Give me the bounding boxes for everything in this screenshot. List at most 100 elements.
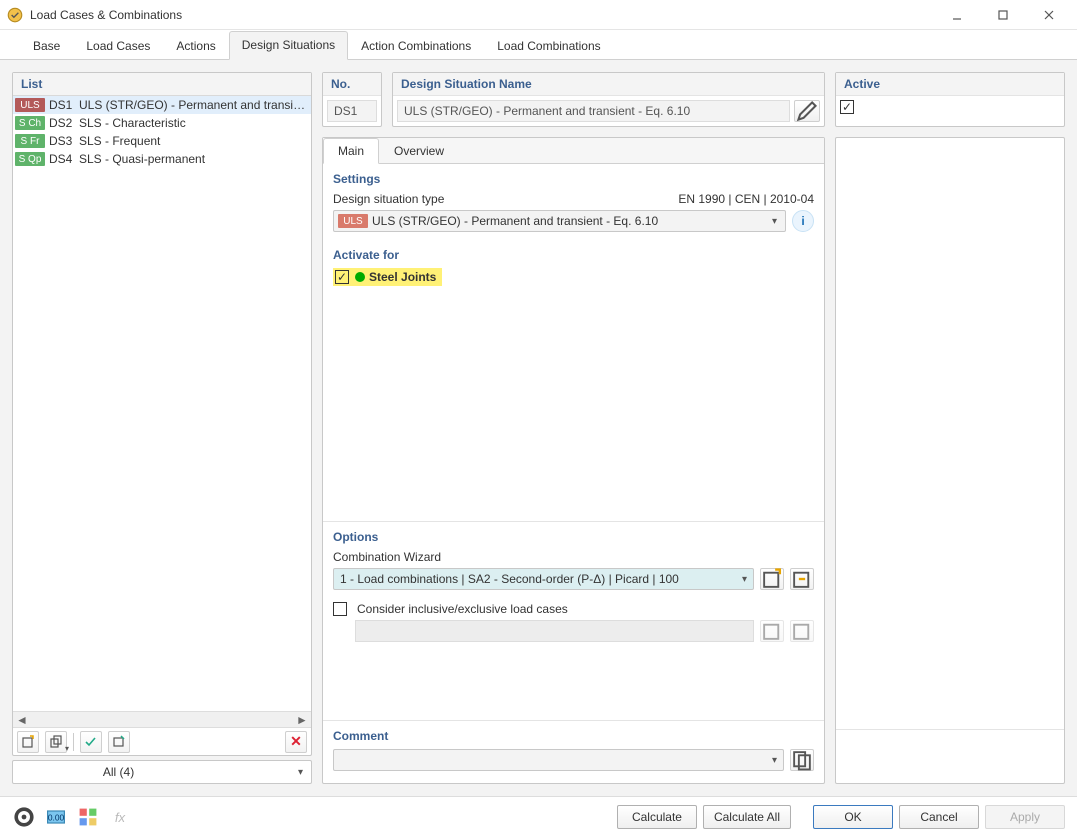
badge: S Ch	[15, 116, 45, 130]
wizard-label: Combination Wizard	[333, 550, 441, 564]
footer: 0.00 fx Calculate Calculate All OK Cance…	[0, 796, 1077, 836]
chevron-down-icon: ▾	[298, 767, 303, 778]
type-label: Design situation type	[333, 192, 444, 206]
titlebar: Load Cases & Combinations	[0, 0, 1077, 30]
list-item[interactable]: S Ch DS2 SLS - Characteristic	[13, 114, 311, 132]
list-filter-value: All (4)	[103, 765, 134, 779]
type-value: ULS (STR/GEO) - Permanent and transient …	[372, 214, 658, 228]
consider-label: Consider inclusive/exclusive load cases	[357, 602, 568, 616]
new-item-button[interactable]	[17, 731, 39, 753]
chevron-down-icon: ▾	[768, 216, 781, 227]
list-item[interactable]: S Qp DS4 SLS - Quasi-permanent	[13, 150, 311, 168]
tab-load-combinations[interactable]: Load Combinations	[484, 32, 613, 60]
activate-title: Activate for	[333, 246, 814, 266]
tab-load-cases[interactable]: Load Cases	[73, 32, 163, 60]
activate-section: Activate for Steel Joints	[323, 240, 824, 294]
consider-new-button	[760, 620, 784, 642]
type-badge: ULS	[338, 214, 368, 228]
calculate-button[interactable]: Calculate	[617, 805, 697, 829]
tab-design-situations[interactable]: Design Situations	[229, 31, 348, 60]
tab-actions[interactable]: Actions	[163, 32, 228, 60]
colors-button[interactable]	[76, 805, 100, 829]
badge: S Qp	[15, 152, 45, 166]
close-button[interactable]	[1027, 1, 1071, 29]
tab-base[interactable]: Base	[20, 32, 73, 60]
check-extra-button[interactable]	[108, 731, 130, 753]
list-filter-dropdown[interactable]: All (4) ▾	[12, 760, 312, 784]
badge: S Fr	[15, 134, 45, 148]
ds-name: SLS - Quasi-permanent	[79, 152, 309, 166]
consider-checkbox[interactable]	[333, 602, 347, 616]
chevron-down-icon: ▾	[742, 574, 747, 585]
delete-button[interactable]: ✕	[285, 731, 307, 753]
wizard-new-button[interactable]	[760, 568, 784, 590]
ds-name: SLS - Frequent	[79, 134, 309, 148]
no-box: No. DS1	[322, 72, 382, 127]
svg-text:fx: fx	[115, 809, 126, 824]
ds-code: DS1	[49, 98, 79, 112]
list-body[interactable]: ULS DS1 ULS (STR/GEO) - Permanent and tr…	[13, 96, 311, 711]
standard-label: EN 1990 | CEN | 2010-04	[678, 192, 814, 206]
active-box: Active	[835, 72, 1065, 127]
copy-item-button[interactable]: ▾	[45, 731, 67, 753]
wizard-dropdown[interactable]: 1 - Load combinations | SA2 - Second-ord…	[333, 568, 754, 590]
activate-item[interactable]: Steel Joints	[333, 268, 442, 286]
calculate-all-button[interactable]: Calculate All	[703, 805, 791, 829]
ds-code: DS3	[49, 134, 79, 148]
list-scrollbar[interactable]: ◄ ►	[13, 711, 311, 727]
check-button[interactable]	[80, 731, 102, 753]
subtab-overview[interactable]: Overview	[379, 138, 459, 164]
edit-name-button[interactable]	[794, 100, 820, 122]
list-panel: List ULS DS1 ULS (STR/GEO) - Permanent a…	[12, 72, 312, 784]
options-section: Options Combination Wizard 1 - Load comb…	[323, 521, 824, 720]
work-area: List ULS DS1 ULS (STR/GEO) - Permanent a…	[0, 60, 1077, 796]
main-tabs: Base Load Cases Actions Design Situation…	[0, 30, 1077, 60]
comment-lib-button[interactable]	[790, 749, 814, 771]
activate-item-label: Steel Joints	[369, 270, 436, 284]
consider-edit-button	[790, 620, 814, 642]
list-item[interactable]: ULS DS1 ULS (STR/GEO) - Permanent and tr…	[13, 96, 311, 114]
ds-name: ULS (STR/GEO) - Permanent and transient …	[79, 98, 309, 112]
ds-name: SLS - Characteristic	[79, 116, 309, 130]
scroll-right-icon[interactable]: ►	[295, 713, 309, 727]
active-checkbox[interactable]	[840, 100, 854, 114]
window-title: Load Cases & Combinations	[30, 8, 935, 22]
wizard-value: 1 - Load combinations | SA2 - Second-ord…	[340, 572, 679, 586]
maximize-button[interactable]	[981, 1, 1025, 29]
subtab-main[interactable]: Main	[323, 138, 379, 164]
formula-button[interactable]: fx	[108, 805, 132, 829]
list-toolbar: ▾ ✕	[13, 727, 311, 755]
activate-checkbox[interactable]	[335, 270, 349, 284]
detail-content: Main Overview Settings Design situation …	[322, 137, 825, 784]
tab-action-combinations[interactable]: Action Combinations	[348, 32, 484, 60]
list-header: List	[13, 73, 311, 96]
no-label: No.	[323, 73, 381, 96]
ds-code: DS2	[49, 116, 79, 130]
comment-dropdown[interactable]: ▾	[333, 749, 784, 771]
svg-text:0.00: 0.00	[48, 812, 65, 822]
ds-code: DS4	[49, 152, 79, 166]
units-button[interactable]: 0.00	[44, 805, 68, 829]
cancel-button[interactable]: Cancel	[899, 805, 979, 829]
settings-title: Settings	[333, 170, 814, 190]
wizard-edit-button[interactable]	[790, 568, 814, 590]
settings-section: Settings Design situation type EN 1990 |…	[323, 164, 824, 240]
info-button[interactable]: i	[792, 210, 814, 232]
minimize-button[interactable]	[935, 1, 979, 29]
app-icon	[6, 6, 24, 24]
list-item[interactable]: S Fr DS3 SLS - Frequent	[13, 132, 311, 150]
options-title: Options	[333, 528, 814, 548]
ok-button[interactable]: OK	[813, 805, 893, 829]
consider-field	[355, 620, 754, 642]
name-box: Design Situation Name ULS (STR/GEO) - Pe…	[392, 72, 825, 127]
name-field[interactable]: ULS (STR/GEO) - Permanent and transient …	[397, 100, 790, 122]
badge: ULS	[15, 98, 45, 112]
status-dot-icon	[355, 272, 365, 282]
type-dropdown[interactable]: ULS ULS (STR/GEO) - Permanent and transi…	[333, 210, 786, 232]
comment-title: Comment	[333, 727, 814, 747]
scroll-left-icon[interactable]: ◄	[15, 713, 29, 727]
no-field[interactable]: DS1	[327, 100, 377, 122]
detail-panel: No. DS1 Design Situation Name ULS (STR/G…	[322, 72, 1065, 784]
active-label: Active	[836, 73, 1064, 96]
help-button[interactable]	[12, 805, 36, 829]
